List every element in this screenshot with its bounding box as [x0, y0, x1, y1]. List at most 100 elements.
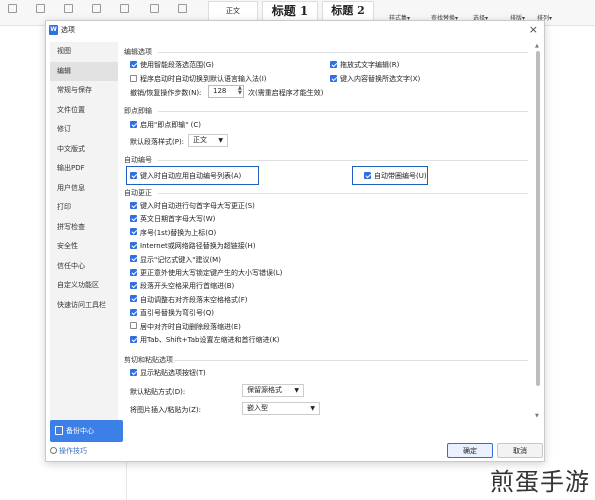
section-divider	[158, 52, 528, 53]
checkbox-checked-icon[interactable]	[130, 268, 137, 276]
checkbox-checked-icon[interactable]	[130, 171, 137, 179]
format-icon[interactable]	[178, 4, 187, 13]
format-icon[interactable]	[92, 4, 101, 13]
select-value: 保留源格式	[247, 386, 282, 394]
format-icon[interactable]	[120, 4, 129, 13]
checkbox-checked-icon[interactable]	[130, 228, 137, 236]
backup-center-label: 备份中心	[66, 427, 94, 435]
section-title-edit: 编辑选项	[124, 48, 152, 56]
sidebar-item-trust-center[interactable]: 信任中心	[50, 257, 118, 277]
backup-icon	[55, 425, 63, 435]
auto-correct-option[interactable]: 显示"记忆式键入"建议(M)	[130, 255, 221, 265]
style-normal[interactable]: 正文	[208, 1, 258, 21]
checkbox-checked-icon[interactable]	[130, 368, 137, 376]
option-replace-selection[interactable]: 键入内容替换所选文字(X)	[330, 74, 420, 84]
option-label: 段落开头空格采用行首缩进(B)	[140, 282, 235, 291]
chevron-down-icon: ▼	[310, 405, 315, 412]
close-icon[interactable]: ×	[529, 23, 538, 36]
sidebar-item-spelling[interactable]: 拼写检查	[50, 218, 118, 238]
sidebar-item-file-location[interactable]: 文件位置	[50, 101, 118, 121]
chevron-down-icon: ▼	[294, 387, 299, 394]
checkbox-checked-icon[interactable]	[130, 60, 137, 68]
checkbox-unchecked-icon[interactable]	[130, 322, 137, 330]
auto-correct-option[interactable]: 更正意外使用大写锁定键产生的大小写错误(L)	[130, 268, 282, 278]
sidebar-item-print[interactable]: 打印	[50, 198, 118, 218]
option-show-paste-button[interactable]: 显示粘贴选项按钮(T)	[130, 368, 206, 378]
sidebar-item-chinese-layout[interactable]: 中文版式	[50, 140, 118, 160]
dialog-titlebar[interactable]: W 选项 ×	[46, 21, 544, 40]
tips-link[interactable]: 操作技巧	[50, 446, 87, 456]
option-label: 更正意外使用大写锁定键产生的大小写错误(L)	[140, 269, 283, 277]
option-drag-text[interactable]: 拖放式文字编辑(R)	[330, 60, 399, 70]
style-heading2[interactable]: 标题 2	[322, 1, 374, 21]
image-insert-select[interactable]: 嵌入型 ▼	[242, 402, 320, 415]
select-value: 嵌入型	[247, 404, 268, 412]
auto-correct-option[interactable]: 居中对齐时自动删除段落缩进(E)	[130, 322, 241, 332]
option-label: 程序启动时自动切换到默认语言输入法(I)	[140, 75, 267, 83]
checkbox-checked-icon[interactable]	[130, 201, 137, 209]
format-icon[interactable]	[64, 4, 73, 13]
checkbox-checked-icon[interactable]	[130, 255, 137, 263]
image-insert-label: 将图片插入/粘贴为(Z):	[130, 406, 201, 414]
checkbox-checked-icon[interactable]	[130, 308, 137, 316]
ok-button[interactable]: 确定	[447, 443, 493, 458]
sidebar-item-revision[interactable]: 修订	[50, 120, 118, 140]
tips-label: 操作技巧	[59, 447, 87, 455]
checkbox-unchecked-icon[interactable]	[130, 74, 137, 82]
auto-correct-option[interactable]: 序号(1st)替换为上标(O)	[130, 228, 216, 238]
chevron-down-icon: ▼	[218, 137, 223, 144]
option-auto-switch-ime[interactable]: 程序启动时自动切换到默认语言输入法(I)	[130, 74, 267, 84]
sidebar-item-security[interactable]: 安全性	[50, 237, 118, 257]
scroll-up-icon[interactable]: ▲	[535, 43, 539, 49]
default-style-select[interactable]: 正文 ▼	[188, 134, 228, 147]
sidebar-item-edit[interactable]: 编辑	[50, 61, 118, 81]
option-label: 自动带圈编号(U)	[374, 172, 427, 180]
checkbox-checked-icon[interactable]	[364, 171, 371, 179]
backup-center-button[interactable]: 备份中心	[50, 420, 123, 442]
scroll-down-icon[interactable]: ▼	[535, 413, 539, 419]
dialog-title: 选项	[61, 26, 75, 34]
divider	[126, 460, 127, 500]
sidebar-item-customize-ribbon[interactable]: 自定义功能区	[50, 276, 118, 296]
stepper-arrows-icon[interactable]: ▲ ▼	[238, 86, 242, 96]
option-label: 拖放式文字编辑(R)	[340, 61, 400, 69]
option-enable-click-type[interactable]: 启用"即点即输" (C)	[130, 120, 201, 130]
auto-correct-option[interactable]: 段落开头空格采用行首缩进(B)	[130, 281, 234, 291]
options-dialog: W 选项 × 视图 编辑 常规与保存 文件位置 修订 中文版式 输出PDF 用户…	[45, 20, 545, 462]
option-label: 序号(1st)替换为上标(O)	[140, 228, 217, 237]
checkbox-checked-icon[interactable]	[330, 60, 337, 68]
auto-correct-option[interactable]: 用Tab、Shift+Tab设置左缩进和首行缩进(K)	[130, 335, 280, 345]
sidebar-item-quick-access[interactable]: 快速访问工具栏	[50, 296, 118, 316]
auto-correct-option[interactable]: 直引号替换为弯引号(Q)	[130, 308, 214, 318]
sidebar-item-export-pdf[interactable]: 输出PDF	[50, 159, 118, 179]
option-label: 键入时自动应用自动编号列表(A)	[140, 172, 242, 180]
checkbox-checked-icon[interactable]	[130, 295, 137, 303]
checkbox-checked-icon[interactable]	[130, 335, 137, 343]
sidebar-item-user-info[interactable]: 用户信息	[50, 179, 118, 199]
auto-correct-option[interactable]: Internet或网络路径替换为超链接(H)	[130, 241, 256, 251]
scrollbar[interactable]: ▲ ▼	[535, 43, 541, 421]
checkbox-checked-icon[interactable]	[130, 214, 137, 222]
option-circled-number[interactable]: 自动带圈编号(U)	[364, 171, 427, 181]
sidebar-item-view[interactable]: 视图	[50, 42, 118, 62]
style-heading1[interactable]: 标题 1	[262, 1, 318, 21]
checkbox-checked-icon[interactable]	[130, 281, 137, 289]
undo-note: 次(需重启程序才能生效)	[248, 89, 324, 97]
section-title-paste: 剪切和粘贴选项	[124, 356, 173, 364]
scroll-thumb[interactable]	[536, 51, 540, 386]
auto-correct-option[interactable]: 键入时自动进行句首字母大写更正(S)	[130, 201, 255, 211]
sidebar-item-general-save[interactable]: 常规与保存	[50, 81, 118, 101]
default-paste-select[interactable]: 保留源格式 ▼	[242, 384, 304, 397]
checkbox-checked-icon[interactable]	[330, 74, 337, 82]
auto-correct-option[interactable]: 英文日期首字母大写(W)	[130, 214, 215, 224]
checkbox-checked-icon[interactable]	[130, 241, 137, 249]
format-icon[interactable]	[8, 4, 17, 13]
option-smart-para[interactable]: 使用智能段落选范围(G)	[130, 60, 214, 70]
cancel-button[interactable]: 取消	[497, 443, 543, 458]
format-icon[interactable]	[150, 4, 159, 13]
auto-correct-option[interactable]: 自动调整右对齐段落末空格格式(F)	[130, 295, 248, 305]
format-icon[interactable]	[36, 4, 45, 13]
checkbox-checked-icon[interactable]	[130, 120, 137, 128]
option-auto-list[interactable]: 键入时自动应用自动编号列表(A)	[130, 171, 241, 181]
option-label: 显示粘贴选项按钮(T)	[140, 369, 206, 377]
